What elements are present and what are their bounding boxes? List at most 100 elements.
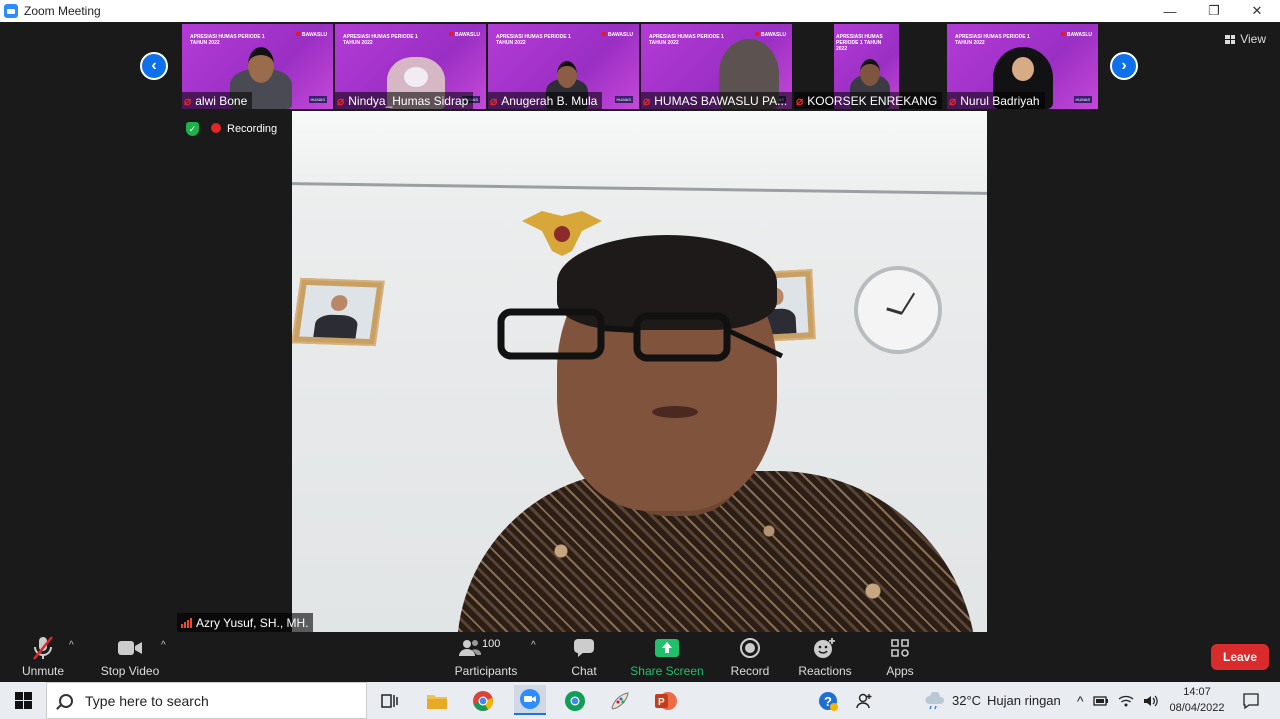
slide-tag: HUMAS — [1073, 96, 1092, 103]
windows-logo-icon — [14, 692, 32, 709]
view-button[interactable]: View — [1225, 32, 1266, 46]
participants-icon — [459, 640, 482, 656]
participant-name: Anugerah B. Mula — [501, 93, 598, 108]
participant-tile[interactable]: APRESIASI HUMAS PERIODE 1 TAHUN 2022 BAW… — [182, 24, 333, 109]
microphone-muted-icon — [33, 636, 53, 660]
active-speaker-label: Azry Yusuf, SH., MH. — [177, 613, 314, 632]
window-title: Zoom Meeting — [24, 4, 101, 18]
share-screen-icon — [655, 639, 679, 657]
chat-label: Chat — [571, 664, 597, 678]
security-shield-icon[interactable]: ✓ — [186, 122, 199, 136]
slide-title: APRESIASI HUMAS PERIODE 1 TAHUN 2022 — [836, 34, 883, 52]
meeting-area: ‹ › View APRESIASI HUMAS PERIODE 1 TAHUN… — [0, 22, 1280, 632]
participant-strip: APRESIASI HUMAS PERIODE 1 TAHUN 2022 BAW… — [182, 24, 1098, 109]
people-icon[interactable] — [852, 688, 878, 714]
participant-tile[interactable]: APRESIASI HUMAS PERIODE 1 TAHUN 2022 BAW… — [488, 24, 639, 109]
zoom-taskbar-icon[interactable] — [514, 685, 546, 715]
participant-tile[interactable]: APRESIASI HUMAS PERIODE 1 TAHUN 2022 BAW… — [335, 24, 486, 109]
slide-title: APRESIASI HUMAS PERIODE 1 TAHUN 2022 — [649, 34, 724, 46]
battery-icon[interactable] — [1092, 695, 1109, 707]
weather-description: Hujan ringan — [987, 693, 1061, 708]
slide-tag: HUMAS — [614, 96, 633, 103]
gallery-prev-button[interactable]: ‹ — [140, 52, 168, 80]
apps-label: Apps — [886, 664, 914, 678]
volume-icon[interactable] — [1143, 694, 1159, 708]
file-explorer-icon[interactable] — [424, 688, 450, 714]
participant-name: Nurul Badriyah — [960, 93, 1040, 108]
slide-title: APRESIASI HUMAS PERIODE 1 TAHUN 2022 — [343, 34, 418, 46]
chat-button[interactable]: Chat — [544, 634, 624, 678]
recording-indicator[interactable]: Recording — [211, 123, 277, 135]
active-speaker-name: Azry Yusuf, SH., MH. — [196, 615, 309, 630]
paint-icon[interactable] — [607, 688, 633, 714]
task-view-icon[interactable] — [377, 688, 403, 714]
stop-video-label: Stop Video — [100, 664, 160, 678]
participants-count: 100 — [482, 638, 501, 650]
slide-title: APRESIASI HUMAS PERIODE 1 TAHUN 2022 — [496, 34, 571, 46]
participant-name: HUMAS BAWASLU PA... — [654, 93, 788, 108]
glasses-icon — [497, 308, 784, 362]
weather-widget[interactable]: 32°C Hujan ringan — [924, 682, 1061, 719]
participant-name-bar: ⌀ Anugerah B. Mula — [488, 92, 603, 109]
weather-temperature: 32°C — [952, 693, 982, 708]
unmute-label: Unmute — [21, 664, 65, 678]
record-button[interactable]: Record — [710, 634, 790, 678]
active-speaker-video — [292, 111, 987, 632]
minimize-button[interactable]: — — [1150, 0, 1190, 22]
powerpoint-icon[interactable]: P — [653, 688, 679, 714]
search-placeholder: Type here to search — [85, 692, 209, 709]
participant-tile[interactable]: APRESIASI HUMAS PERIODE 1 TAHUN 2022 ⌀ K… — [794, 24, 945, 109]
slide-brand: BAWASLU — [296, 32, 327, 38]
participants-options-caret-icon[interactable]: ^ — [531, 640, 536, 651]
stop-video-button[interactable]: Stop Video — [90, 634, 170, 678]
help-icon[interactable]: ? — [815, 688, 841, 714]
participants-label: Participants — [454, 664, 518, 678]
recording-dot-icon — [211, 123, 221, 133]
close-button[interactable]: ✕ — [1237, 0, 1277, 22]
gallery-next-button[interactable]: › — [1110, 52, 1138, 80]
mic-muted-icon: ⌀ — [490, 93, 498, 108]
mic-muted-icon: ⌀ — [796, 93, 804, 108]
share-screen-label: Share Screen — [630, 664, 704, 678]
participant-name-bar: ⌀ alwi Bone — [182, 92, 253, 109]
participant-name: KOORSEK ENREKANG — [807, 93, 938, 108]
participant-tile[interactable]: APRESIASI HUMAS PERIODE 1 TAHUN 2022 BAW… — [947, 24, 1098, 109]
chevron-up-icon[interactable]: ^ — [1077, 693, 1084, 709]
reactions-label: Reactions — [798, 664, 852, 678]
slide-title: APRESIASI HUMAS PERIODE 1 TAHUN 2022 — [190, 34, 265, 46]
slide-brand: BAWASLU — [602, 32, 633, 38]
slide-brand: BAWASLU — [755, 32, 786, 38]
grid-view-icon — [1225, 34, 1236, 44]
wifi-icon[interactable] — [1118, 694, 1134, 708]
reactions-button[interactable]: Reactions — [785, 634, 865, 678]
chrome-profile-icon[interactable] — [562, 688, 588, 714]
portrait-frame — [292, 277, 385, 347]
audio-options-caret-icon[interactable]: ^ — [69, 640, 74, 651]
slide-brand: BAWASLU — [1061, 32, 1092, 38]
taskbar-clock[interactable]: 14:07 08/04/2022 — [1162, 684, 1232, 716]
taskbar-search-box[interactable]: Type here to search — [46, 682, 367, 719]
leave-button[interactable]: Leave — [1211, 644, 1269, 670]
windows-start-button[interactable] — [0, 682, 46, 719]
participant-name-bar: ⌀ Nindya_Humas Sidrap — [335, 92, 474, 109]
video-camera-icon — [118, 641, 142, 655]
share-screen-button[interactable]: Share Screen — [627, 634, 707, 678]
participants-button[interactable]: 100 Participants — [446, 634, 526, 678]
system-tray: ^ — [1077, 682, 1159, 719]
search-icon — [59, 693, 73, 708]
notification-center-icon[interactable] — [1238, 688, 1264, 714]
view-label: View — [1240, 32, 1266, 46]
video-options-caret-icon[interactable]: ^ — [161, 640, 166, 651]
clock-time: 14:07 — [1183, 686, 1211, 698]
rain-cloud-icon — [925, 691, 944, 709]
participant-name-bar: ⌀ KOORSEK ENREKANG — [794, 92, 943, 109]
apps-button[interactable]: Apps — [860, 634, 940, 678]
participant-tile[interactable]: APRESIASI HUMAS PERIODE 1 TAHUN 2022 BAW… — [641, 24, 792, 109]
chat-bubble-icon — [574, 639, 594, 657]
speaker-person — [457, 235, 977, 632]
record-label: Record — [730, 664, 770, 678]
zoom-logo-icon — [4, 4, 18, 18]
restore-button[interactable]: ❐ — [1194, 0, 1234, 22]
meeting-toolbar: Unmute ^ Stop Video ^ 100 Participants ^ — [0, 632, 1280, 682]
chrome-icon[interactable] — [470, 688, 496, 714]
